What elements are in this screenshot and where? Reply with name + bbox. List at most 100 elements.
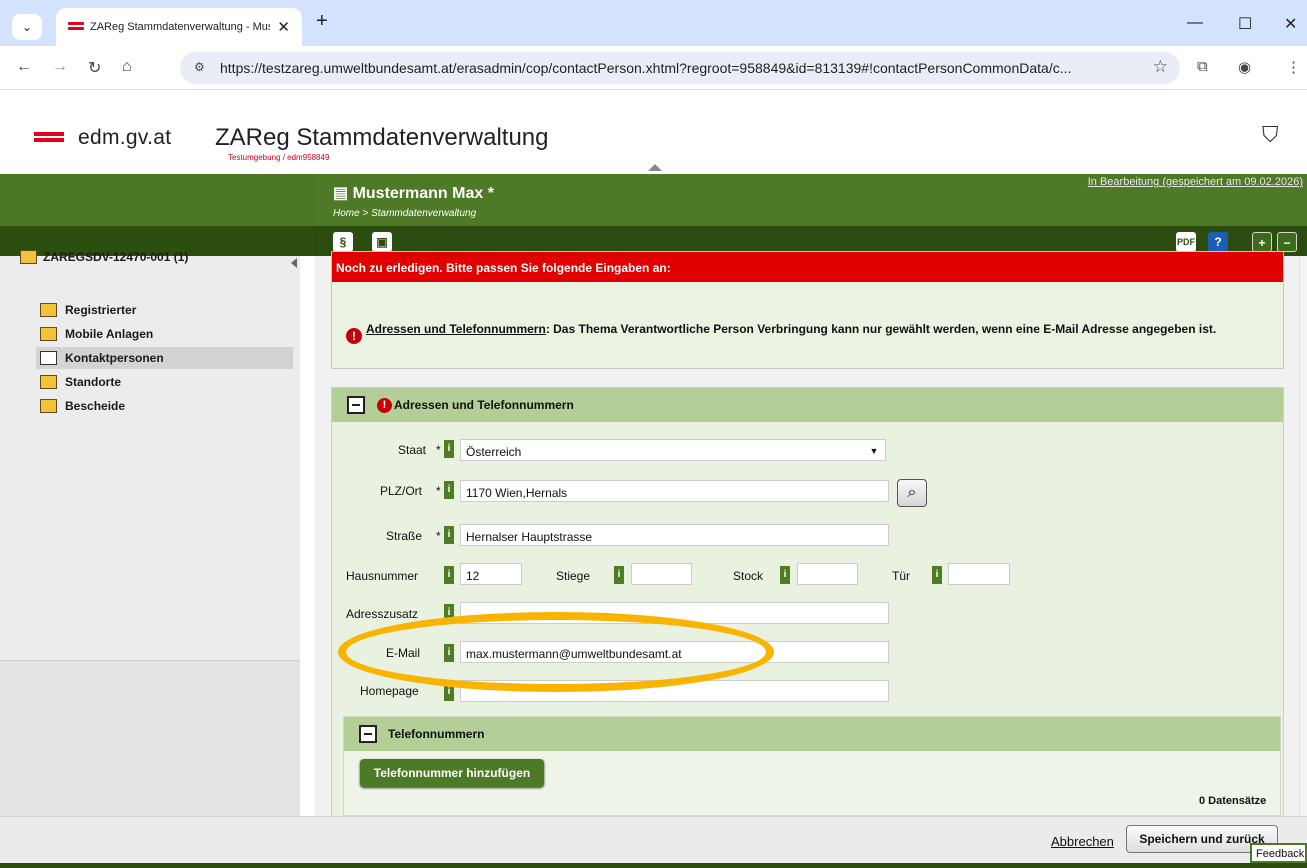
sidebar-item-label: Mobile Anlagen [65,327,154,341]
info-icon[interactable]: i [444,481,454,499]
collapse-sidebar-icon[interactable] [291,258,297,268]
homepage-input[interactable] [460,680,889,702]
staat-label: Staat [398,443,427,457]
flag-folder-icon [40,375,57,389]
status-link[interactable]: In Bearbeitung (gespeichert am 09.02.202… [1088,176,1303,188]
stock-input[interactable] [797,563,858,585]
sidebar-item-kontaktpersonen[interactable]: Kontaktpersonen [40,348,164,368]
info-icon[interactable]: i [444,440,454,458]
error-message: Adressen und Telefonnummern: Das Thema V… [366,322,1217,336]
close-tab-icon[interactable]: ✕ [277,18,290,36]
stock-label: Stock [733,569,764,583]
profile-icon[interactable]: ◉ [1238,58,1251,76]
homepage-label: Homepage [360,684,419,698]
tree-root-label: ZAREGSDV-12470-001 (1) [43,250,189,264]
info-icon[interactable]: i [444,566,454,584]
adresszusatz-input[interactable] [460,602,889,624]
vehicle-folder-icon [40,327,57,341]
required-marker: * [436,529,441,543]
strasse-label: Straße [386,529,423,543]
reload-icon[interactable]: ↻ [88,58,101,78]
help-icon[interactable]: ? [1208,232,1228,252]
collapse-header-icon[interactable] [648,164,662,171]
site-settings-icon[interactable]: ⚙ [194,60,205,74]
error-link[interactable]: Adressen und Telefonnummern [366,322,546,336]
url-text: https://testzareg.umweltbundesamt.at/era… [220,60,1072,76]
stiege-input[interactable] [631,563,692,585]
sidebar-item-standorte[interactable]: Standorte [40,372,121,392]
info-icon[interactable]: i [444,644,454,662]
save-icon[interactable]: ▣ [372,232,392,252]
plz-ort-input[interactable]: 1170 Wien,Hernals [460,480,889,502]
hausnummer-input[interactable]: 12 [460,563,522,585]
tuer-label: Tür [892,569,910,583]
tab-title: ZAReg Stammdatenverwaltung - Must [90,21,270,33]
home-icon[interactable]: ⌂ [122,58,132,76]
plz-ort-label: PLZ/Ort [380,484,423,498]
sidebar-item-registrierter[interactable]: Registrierter [40,300,136,320]
minimize-icon[interactable]: — [1187,14,1203,32]
dropdown-arrow-icon[interactable]: ▼ [864,441,884,461]
required-marker: * [436,484,441,498]
maximize-icon[interactable]: ☐ [1238,14,1252,34]
sidebar-item-label: Standorte [65,375,122,389]
staat-select[interactable]: Österreich [460,439,886,461]
brand-name[interactable]: edm.gv.at [78,126,171,150]
user-account-icon[interactable]: ⛉ [1262,122,1279,148]
paragraph-icon[interactable]: § [333,232,353,252]
forward-icon[interactable]: → [52,58,68,76]
menu-icon[interactable]: ⋮ [1286,58,1301,76]
expand-all-icon[interactable]: + [1252,232,1272,252]
pdf-icon[interactable]: PDF [1176,232,1196,252]
email-label: E-Mail [386,646,421,660]
url-field[interactable]: ⚙ https://testzareg.umweltbundesamt.at/e… [180,52,1180,84]
bookmark-star-icon[interactable]: ☆ [1153,57,1168,77]
back-icon[interactable]: ← [16,58,32,76]
info-icon[interactable]: i [614,566,624,584]
close-window-icon[interactable]: ✕ [1284,14,1297,34]
feedback-button[interactable]: Feedback [1250,843,1307,863]
email-field[interactable]: max.mustermann@umweltbundesamt.at [460,641,889,663]
strasse-input[interactable]: Hernalser Hauptstrasse [460,524,889,546]
address-bar: ← → ↻ ⌂ ⚙ https://testzareg.umweltbundes… [0,46,1307,90]
info-icon[interactable]: i [932,566,942,584]
app-subtitle: Testumgebung / edm958849 [228,153,330,162]
extensions-icon[interactable]: ⧉ [1197,58,1208,75]
phone-panel-title: Telefonnummern [388,727,485,741]
sidebar-item-mobile-anlagen[interactable]: Mobile Anlagen [40,324,153,344]
cancel-link[interactable]: Abbrechen [1051,834,1114,849]
info-icon[interactable]: i [444,526,454,544]
austria-flag-logo-icon [34,132,64,148]
edm-favicon-icon [68,22,84,32]
info-icon[interactable]: i [780,566,790,584]
required-marker: * [436,443,441,457]
bottom-bar [0,863,1307,868]
open-folder-icon [40,351,57,365]
tab-search-button[interactable]: ⌄ [12,14,42,40]
error-icon: ! [346,328,362,344]
tuer-input[interactable] [948,563,1010,585]
browser-tab[interactable]: ZAReg Stammdatenverwaltung - Must ✕ [56,8,302,46]
hausnummer-label: Hausnummer [346,569,419,583]
info-icon[interactable]: i [444,604,454,622]
tree-root[interactable]: ZAREGSDV-12470-001 (1) [20,250,188,264]
person-folder-icon [40,303,57,317]
collapse-phone-panel-icon[interactable] [359,725,377,743]
page-title: ▤ Mustermann Max * [333,185,494,202]
info-icon[interactable]: i [444,683,454,701]
vertical-scrollbar[interactable] [1299,256,1307,816]
search-icon[interactable]: ⌕ [897,479,927,507]
sidebar-item-label: Kontaktpersonen [65,351,164,365]
app-header [0,90,1307,174]
error-heading: Noch zu erledigen. Bitte passen Sie folg… [332,252,1283,282]
warning-icon: ! [377,398,392,413]
breadcrumb[interactable]: Home > Stammdatenverwaltung [333,208,476,219]
new-tab-button[interactable]: + [316,10,328,33]
add-phone-button[interactable]: Telefonnummer hinzufügen [360,759,544,787]
collapse-panel-icon[interactable] [347,396,365,414]
sidebar-item-bescheide[interactable]: Bescheide [40,396,125,416]
paragraph-folder-icon [40,399,57,413]
folder-icon [20,250,37,264]
browser-tab-bar: ⌄ ZAReg Stammdatenverwaltung - Must ✕ + … [0,0,1307,46]
collapse-all-icon[interactable]: − [1277,232,1297,252]
